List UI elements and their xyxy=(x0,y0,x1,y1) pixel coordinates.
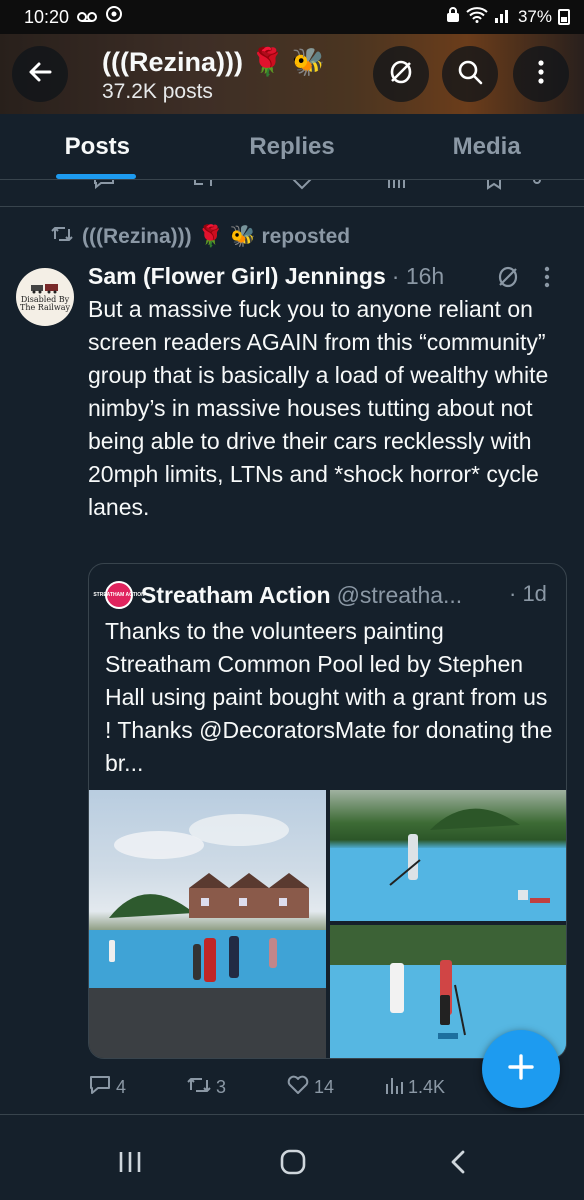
reply-button[interactable]: 4 xyxy=(88,1074,126,1101)
quote-header: STREATHAM ACTION Streatham Action @strea… xyxy=(93,581,463,609)
repost-count: 3 xyxy=(216,1076,227,1097)
repost-icon xyxy=(190,180,216,190)
avatar[interactable]: Disabled By The Railway xyxy=(16,268,74,326)
system-nav-bar xyxy=(0,1115,584,1200)
post-divider xyxy=(0,206,584,207)
tweet-more-icon[interactable] xyxy=(544,266,550,294)
unmute-button[interactable] xyxy=(373,46,429,102)
pool-scene-graphic xyxy=(89,814,326,1058)
profile-title-block: (((Rezina))) 🌹 🐝 37.2K posts xyxy=(102,46,325,104)
battery-icon xyxy=(558,9,570,25)
photo-pool-wide[interactable] xyxy=(89,790,326,1058)
search-icon xyxy=(456,58,484,91)
quote-avatar[interactable]: STREATHAM ACTION xyxy=(93,581,145,609)
previous-post-actions xyxy=(0,180,584,192)
reply-count: 4 xyxy=(116,1076,127,1097)
repost-text: (((Rezina))) 🌹 🐝 reposted xyxy=(82,225,351,248)
wifi-icon xyxy=(466,6,488,28)
home-icon[interactable] xyxy=(280,1149,306,1180)
more-button[interactable] xyxy=(513,46,569,102)
arrow-left-icon xyxy=(26,58,54,91)
like-button[interactable]: 14 xyxy=(286,1074,334,1101)
share-icon xyxy=(532,180,552,190)
mute-circle-icon xyxy=(387,58,415,91)
painter-scene-graphic xyxy=(330,808,566,921)
tweet-text: But a massive fuck you to anyone reliant… xyxy=(88,296,549,520)
views-chart-icon xyxy=(386,180,406,190)
like-count: 14 xyxy=(314,1076,335,1097)
author-name[interactable]: Sam (Flower Girl) Jennings xyxy=(88,263,386,290)
train-icon xyxy=(31,283,58,294)
quote-time: · 1d xyxy=(509,581,547,606)
avatar-text: Disabled By The Railway xyxy=(20,294,70,312)
views-chart-icon xyxy=(384,1074,404,1101)
quote-handle: @streatha... xyxy=(336,581,463,608)
nav-back-icon[interactable] xyxy=(448,1149,468,1180)
mute-circle-icon[interactable] xyxy=(496,265,520,294)
profile-tabs: Posts Replies Media xyxy=(0,114,584,180)
quoted-tweet[interactable]: STREATHAM ACTION Streatham Action @strea… xyxy=(88,563,567,1059)
heart-icon xyxy=(286,1074,310,1101)
posts-count: 37.2K posts xyxy=(102,80,213,103)
plus-icon xyxy=(506,1047,536,1092)
voicemail-icon xyxy=(77,7,98,28)
recent-apps-icon[interactable] xyxy=(118,1149,142,1180)
repost-icon xyxy=(186,1074,212,1101)
tab-media[interactable]: Media xyxy=(389,114,584,179)
search-button[interactable] xyxy=(442,46,498,102)
signal-icon xyxy=(494,7,512,28)
media-grid xyxy=(89,790,566,1058)
view-count: 1.4K xyxy=(408,1076,446,1097)
reply-icon xyxy=(88,1074,112,1101)
status-bar: 10:20 37% xyxy=(0,0,584,34)
status-time: 10:20 xyxy=(24,6,70,27)
views-button[interactable]: 1.4K xyxy=(384,1074,445,1101)
repost-indicator[interactable]: (((Rezina))) 🌹 🐝 reposted xyxy=(50,224,350,250)
profile-name: (((Rezina))) 🌹 🐝 xyxy=(102,47,326,77)
tweet-time[interactable]: · 16h xyxy=(392,263,444,290)
tweet-header: Sam (Flower Girl) Jennings · 16h xyxy=(88,263,494,290)
heart-icon xyxy=(290,180,314,190)
more-vertical-icon xyxy=(537,59,545,90)
photo-pool-painter[interactable] xyxy=(330,790,566,921)
reply-icon xyxy=(92,180,116,190)
tab-posts[interactable]: Posts xyxy=(0,114,195,179)
location-icon xyxy=(105,5,123,30)
compose-button[interactable] xyxy=(482,1030,560,1108)
quote-text: Thanks to the volunteers painting Streat… xyxy=(105,618,553,776)
quote-author-name[interactable]: Streatham Action xyxy=(141,582,331,609)
profile-header: (((Rezina))) 🌹 🐝 37.2K posts xyxy=(0,34,584,114)
lock-icon xyxy=(446,6,460,28)
tab-replies[interactable]: Replies xyxy=(195,114,390,179)
battery-percent: 37% xyxy=(517,7,552,26)
repost-button[interactable]: 3 xyxy=(186,1074,226,1101)
back-button[interactable] xyxy=(12,46,68,102)
bookmark-icon xyxy=(484,180,504,190)
repost-icon xyxy=(50,224,74,250)
